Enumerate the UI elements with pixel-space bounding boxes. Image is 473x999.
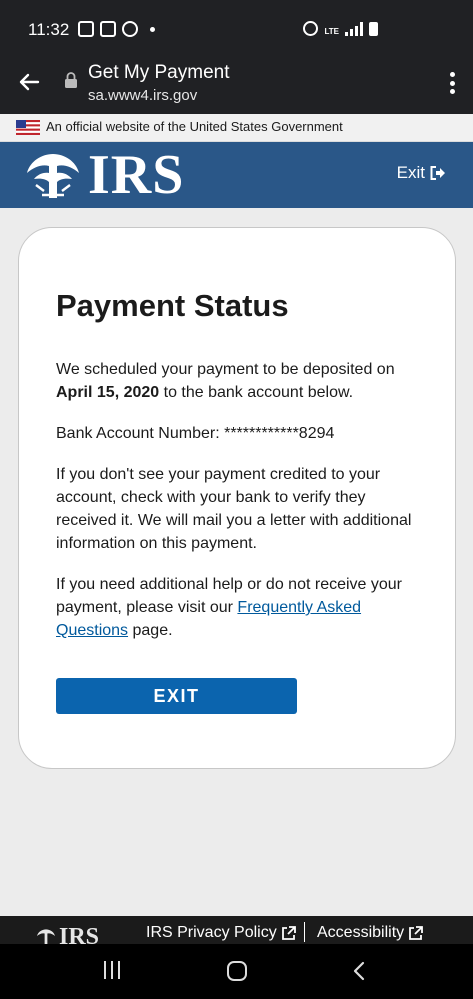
help-paragraph: If you need additional help or do not re… [56, 576, 403, 639]
app-notification-icon [100, 21, 116, 37]
browser-toolbar: Get My Payment sa.www4.irs.gov [0, 56, 473, 114]
header-exit-label: Exit [396, 163, 425, 182]
payment-status-card: Payment Status We scheduled your payment… [18, 227, 456, 769]
signal-icon [345, 22, 363, 36]
bank-account-number: Bank Account Number: ************8294 [56, 425, 335, 442]
lock-icon [65, 72, 77, 88]
battery-icon [369, 22, 378, 36]
external-link-icon [281, 925, 296, 940]
payment-date: April 15, 2020 [56, 384, 160, 401]
back-nav-icon[interactable] [352, 961, 366, 981]
privacy-policy-label: IRS Privacy Policy [146, 924, 277, 941]
exit-button[interactable]: EXIT [56, 678, 297, 714]
system-icons: LTE [303, 21, 378, 36]
footer-divider [304, 922, 305, 942]
irs-logo-text[interactable]: IRS [88, 145, 184, 205]
recent-apps-icon[interactable] [104, 961, 120, 979]
system-nav-bar [0, 944, 473, 999]
privacy-policy-link[interactable]: IRS Privacy Policy [146, 924, 296, 942]
header-exit-link[interactable]: Exit [397, 163, 446, 183]
messages-icon [122, 21, 138, 37]
lte-wifi-icon: LTE [324, 27, 339, 36]
alarm-icon [303, 21, 319, 36]
site-footer: IRS IRS Privacy Policy Accessibility [0, 916, 473, 944]
gmail-icon [78, 21, 94, 37]
scheduled-paragraph: We scheduled your payment to be deposite… [56, 361, 395, 401]
back-arrow-icon[interactable] [14, 67, 44, 97]
overflow-menu-icon[interactable] [449, 72, 455, 94]
footer-eagle-icon [37, 929, 55, 944]
notification-icons [78, 21, 155, 37]
exit-icon [430, 166, 445, 180]
irs-eagle-logo-icon[interactable] [24, 151, 82, 201]
footer-logo-text: IRS [59, 924, 100, 944]
url-text[interactable]: sa.www4.irs.gov [88, 87, 197, 104]
us-flag-icon [16, 120, 40, 135]
clock: 11:32 [28, 20, 70, 39]
gov-banner-text: An official website of the United States… [46, 119, 343, 134]
external-link-icon [409, 925, 424, 940]
more-notifications-dot-icon [150, 27, 155, 32]
status-bar: 11:32 LTE [0, 0, 473, 56]
gov-banner: An official website of the United States… [0, 114, 473, 142]
site-header: IRS Exit [0, 142, 473, 208]
page-title[interactable]: Get My Payment [88, 62, 230, 84]
accessibility-link[interactable]: Accessibility [317, 924, 424, 942]
card-title: Payment Status [56, 288, 289, 323]
accessibility-label: Accessibility [317, 924, 405, 941]
footer-irs-logo[interactable]: IRS [36, 924, 99, 944]
home-icon[interactable] [227, 961, 247, 981]
credit-info-paragraph: If you don't see your payment credited t… [56, 466, 412, 552]
